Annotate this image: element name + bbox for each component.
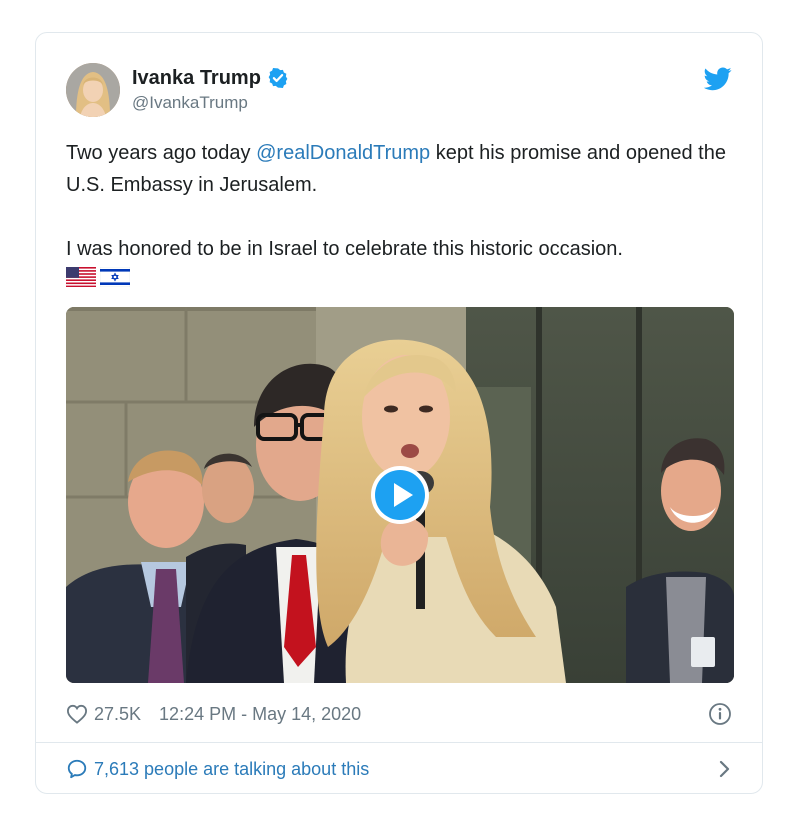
tweet-text: Two years ago today @realDonaldTrump kep… — [66, 137, 736, 265]
tweet-embed-card: Ivanka Trump @IvankaTrump Two years ago … — [35, 32, 763, 794]
info-icon[interactable] — [708, 702, 732, 726]
avatar[interactable] — [66, 63, 120, 117]
tweet-paragraph-2: I was honored to be in Israel to celebra… — [66, 238, 623, 260]
author-block: Ivanka Trump @IvankaTrump — [132, 65, 289, 113]
handle[interactable]: @IvankaTrump — [132, 93, 289, 113]
like-count[interactable]: 27.5K — [94, 704, 141, 725]
twitter-bird-icon[interactable] — [704, 67, 732, 91]
conversation-link[interactable]: 7,613 people are talking about this — [66, 743, 732, 795]
flag-emojis — [66, 267, 130, 287]
tweet-text-part: Two years ago today — [66, 142, 257, 164]
video-player[interactable] — [66, 307, 734, 683]
comment-bubble-icon — [67, 759, 87, 779]
display-name[interactable]: Ivanka Trump — [132, 67, 261, 90]
chevron-right-icon[interactable] — [718, 759, 732, 779]
timestamp[interactable]: 12:24 PM - May 14, 2020 — [159, 704, 361, 725]
play-icon[interactable] — [369, 464, 431, 526]
avatar-photo-icon — [66, 63, 120, 117]
tweet-paragraph-1: Two years ago today @realDonaldTrump kep… — [66, 137, 736, 201]
tweet-meta: 27.5K 12:24 PM - May 14, 2020 — [66, 699, 732, 729]
us-flag-icon — [66, 267, 96, 287]
heart-icon[interactable] — [66, 704, 88, 724]
conversation-count-label[interactable]: 7,613 people are talking about this — [94, 759, 369, 780]
israel-flag-icon — [100, 267, 130, 287]
tweet-header: Ivanka Trump @IvankaTrump — [66, 63, 732, 119]
verified-badge-icon — [268, 68, 288, 88]
mention-link[interactable]: @realDonaldTrump — [256, 142, 430, 164]
name-row: Ivanka Trump — [132, 65, 289, 91]
